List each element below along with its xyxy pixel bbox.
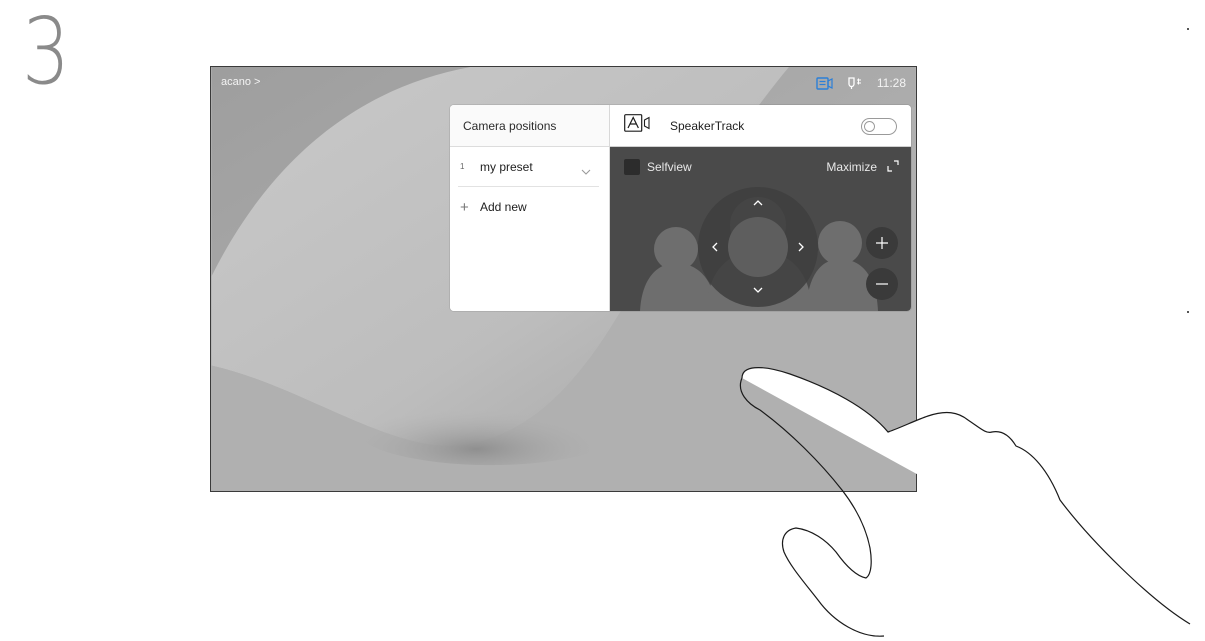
hand-gesture-illustration [739,367,1191,637]
